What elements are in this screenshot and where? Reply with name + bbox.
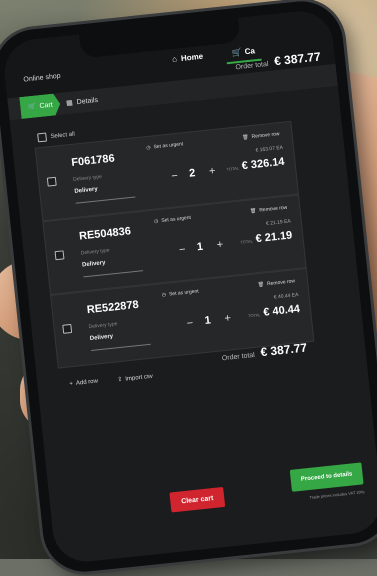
- unit-price: € 21.19 EA: [265, 218, 292, 227]
- home-label: Home: [180, 51, 204, 63]
- part-number: F061786: [70, 152, 116, 169]
- trash-icon: 🗑: [249, 207, 257, 215]
- trash-icon: 🗑: [257, 281, 265, 289]
- delivery-type-label: Delivery type: [80, 247, 111, 257]
- item-checkbox[interactable]: [62, 323, 73, 334]
- order-total-label: Order total: [235, 60, 269, 72]
- remove-row-label: Remove row: [251, 131, 280, 141]
- delivery-type-value: Delivery: [81, 260, 106, 269]
- set-urgent-label: Set as urgent: [168, 288, 199, 298]
- shop-label: Online shop: [23, 72, 62, 84]
- cart-label: Ca: [244, 46, 256, 57]
- item-checkbox[interactable]: [46, 176, 57, 187]
- delivery-type-value: Delivery: [74, 186, 99, 195]
- line-total-value: € 326.14: [241, 155, 286, 173]
- increment-button[interactable]: +: [216, 239, 224, 252]
- clock-icon: ◷: [153, 218, 159, 225]
- part-number: RE522878: [86, 298, 140, 317]
- decrement-button[interactable]: −: [171, 170, 179, 183]
- remove-row-button[interactable]: 🗑 Remove row: [250, 205, 288, 215]
- set-urgent-button[interactable]: ◷ Set as urgent: [161, 288, 199, 298]
- line-total-label: TOTAL: [226, 165, 240, 172]
- home-icon: ⌂: [171, 54, 178, 64]
- quantity-value[interactable]: 1: [204, 314, 211, 327]
- import-csv-button[interactable]: ⇪ Import csv: [117, 373, 154, 384]
- import-csv-label: Import csv: [125, 373, 154, 383]
- select-all[interactable]: Select all: [37, 130, 75, 143]
- phone-screen: Online shop ⌂ Home 🛒 Ca Order total € 38…: [1, 8, 377, 565]
- order-total-label: Order total: [221, 351, 256, 363]
- phone: Online shop ⌂ Home 🛒 Ca Order total € 38…: [0, 0, 377, 576]
- add-row-button[interactable]: + Add row: [69, 378, 98, 387]
- line-total: TOTAL € 40.44: [247, 302, 301, 320]
- add-row-label: Add row: [75, 378, 99, 387]
- remove-row-label: Remove row: [259, 204, 288, 214]
- set-urgent-label: Set as urgent: [161, 214, 192, 224]
- set-urgent-button[interactable]: ◷ Set as urgent: [146, 141, 184, 151]
- decrement-button[interactable]: −: [179, 244, 187, 257]
- delivery-type-select[interactable]: Delivery type Delivery: [80, 242, 144, 278]
- trash-icon: 🗑: [241, 134, 249, 142]
- increment-button[interactable]: +: [208, 165, 216, 178]
- decrement-button[interactable]: −: [186, 317, 194, 330]
- set-urgent-button[interactable]: ◷ Set as urgent: [154, 215, 192, 225]
- increment-button[interactable]: +: [224, 312, 232, 325]
- tab-cart[interactable]: 🛒 Cart: [19, 93, 61, 119]
- upload-icon: ⇪: [117, 376, 123, 384]
- tab-details-label: Details: [76, 96, 99, 106]
- clock-icon: ◷: [161, 291, 167, 299]
- delivery-type-select[interactable]: Delivery type Delivery: [72, 168, 136, 204]
- remove-row-label: Remove row: [266, 278, 296, 288]
- delivery-type-select[interactable]: Delivery type Delivery: [88, 315, 151, 351]
- tab-details[interactable]: ▦ Details: [65, 89, 99, 114]
- line-total-value: € 21.19: [255, 229, 293, 246]
- quantity-value[interactable]: 2: [189, 167, 196, 180]
- delivery-type-label: Delivery type: [88, 321, 118, 331]
- line-total-value: € 40.44: [262, 302, 301, 319]
- line-total-label: TOTAL: [240, 238, 254, 245]
- line-total: TOTAL € 21.19: [240, 229, 293, 246]
- unit-price: € 40.44 EA: [273, 292, 299, 301]
- unit-price: € 163.07 EA: [255, 144, 284, 154]
- details-icon: ▦: [65, 99, 74, 108]
- quantity-value[interactable]: 1: [196, 241, 203, 254]
- cart-icon: 🛒: [231, 47, 243, 58]
- cart-icon: 🛒: [27, 103, 37, 112]
- remove-row-button[interactable]: 🗑 Remove row: [257, 278, 295, 288]
- select-all-label: Select all: [50, 131, 76, 140]
- set-urgent-label: Set as urgent: [153, 141, 184, 151]
- line-total-label: TOTAL: [247, 312, 261, 319]
- select-all-checkbox[interactable]: [37, 132, 48, 143]
- item-checkbox[interactable]: [54, 250, 65, 261]
- part-number: RE504836: [78, 225, 132, 243]
- delivery-type-label: Delivery type: [72, 173, 103, 183]
- tab-cart-label: Cart: [39, 101, 54, 110]
- clock-icon: ◷: [145, 144, 151, 152]
- delivery-type-value: Delivery: [89, 333, 114, 343]
- home-button[interactable]: ⌂ Home: [172, 52, 204, 64]
- line-total: TOTAL € 326.14: [226, 156, 285, 174]
- plus-icon: +: [69, 381, 74, 388]
- remove-row-button[interactable]: 🗑 Remove row: [242, 131, 280, 141]
